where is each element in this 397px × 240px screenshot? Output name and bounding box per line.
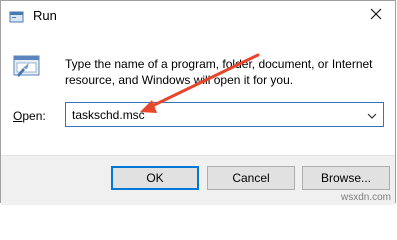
dialog-footer: OK Cancel Browse... wsxdn.com <box>1 155 395 205</box>
close-icon <box>370 7 382 25</box>
dialog-content: Type the name of a program, folder, docu… <box>1 31 395 155</box>
chevron-down-icon <box>367 106 377 124</box>
close-button[interactable] <box>361 1 391 31</box>
ok-button[interactable]: OK <box>111 166 199 190</box>
open-dropdown-button[interactable] <box>361 103 383 126</box>
open-label: Open: <box>13 109 46 123</box>
browse-button[interactable]: Browse... <box>302 166 390 190</box>
open-input[interactable] <box>68 103 366 126</box>
run-dialog: Run Type the name of a program, folder, … <box>0 0 396 205</box>
open-combobox[interactable] <box>65 102 384 127</box>
cancel-button[interactable]: Cancel <box>207 166 295 190</box>
run-icon <box>9 9 25 25</box>
open-label-accelerator: O <box>13 109 23 123</box>
run-description: Type the name of a program, folder, docu… <box>65 57 373 87</box>
window-title: Run <box>33 8 57 23</box>
run-dialog-icon <box>13 53 41 79</box>
title-bar[interactable]: Run <box>1 1 395 31</box>
open-label-text: pen: <box>22 109 46 123</box>
watermark: wsxdn.com <box>340 192 391 203</box>
